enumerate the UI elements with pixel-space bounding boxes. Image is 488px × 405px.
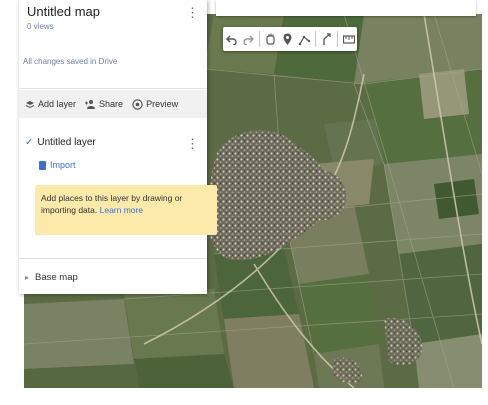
map-options-icon[interactable]: ⋮ <box>186 6 199 19</box>
learn-more-link[interactable]: Learn more <box>100 205 143 215</box>
marker-icon[interactable] <box>279 29 296 49</box>
toolbar-divider <box>259 31 260 47</box>
route-icon[interactable] <box>318 29 335 49</box>
document-icon <box>39 160 46 170</box>
layer-checkbox-icon[interactable]: ✓ <box>25 137 33 148</box>
import-label: Import <box>50 160 76 170</box>
draw-line-icon[interactable] <box>296 29 313 49</box>
toolbar-divider <box>337 31 338 47</box>
toolbar-divider <box>315 31 316 47</box>
panel-actions: Add layer Share Preview <box>19 90 207 118</box>
view-count: 0 views <box>27 22 54 31</box>
add-layer-button[interactable]: Add layer <box>25 99 76 109</box>
panel-divider <box>19 88 207 89</box>
preview-button[interactable]: Preview <box>132 98 179 110</box>
redo-icon[interactable] <box>240 29 257 49</box>
save-status: All changes saved in Drive <box>23 57 118 66</box>
eye-icon <box>132 98 143 110</box>
undo-icon[interactable] <box>223 29 240 49</box>
share-label: Share <box>99 99 124 109</box>
preview-label: Preview <box>146 99 179 109</box>
map-title[interactable]: Untitled map <box>27 4 100 19</box>
add-person-icon <box>85 100 96 109</box>
add-layer-icon <box>25 101 35 109</box>
import-link[interactable]: Import <box>39 160 76 170</box>
layer-name[interactable]: Untitled layer <box>37 137 95 148</box>
layer-options-icon[interactable]: ⋮ <box>186 137 199 150</box>
add-layer-label: Add layer <box>38 99 77 109</box>
base-map-row[interactable]: ▸ Base map <box>25 272 78 283</box>
map-toolbar <box>223 27 357 51</box>
base-map-label: Base map <box>35 272 78 283</box>
search-bar[interactable] <box>216 0 476 16</box>
screenshot-frame: Untitled map ⋮ 0 views All changes saved… <box>0 0 488 405</box>
map-sidebar-panel: Untitled map ⋮ 0 views All changes saved… <box>19 0 217 294</box>
expand-arrow-icon[interactable]: ▸ <box>25 273 29 282</box>
ruler-icon[interactable] <box>340 29 357 49</box>
layer-hint-box: Add places to this layer by drawing or i… <box>35 185 217 235</box>
share-button[interactable]: Share <box>85 99 123 109</box>
hand-icon[interactable] <box>262 29 279 49</box>
layer-row[interactable]: ✓ Untitled layer <box>25 137 96 148</box>
panel-divider <box>19 258 207 259</box>
